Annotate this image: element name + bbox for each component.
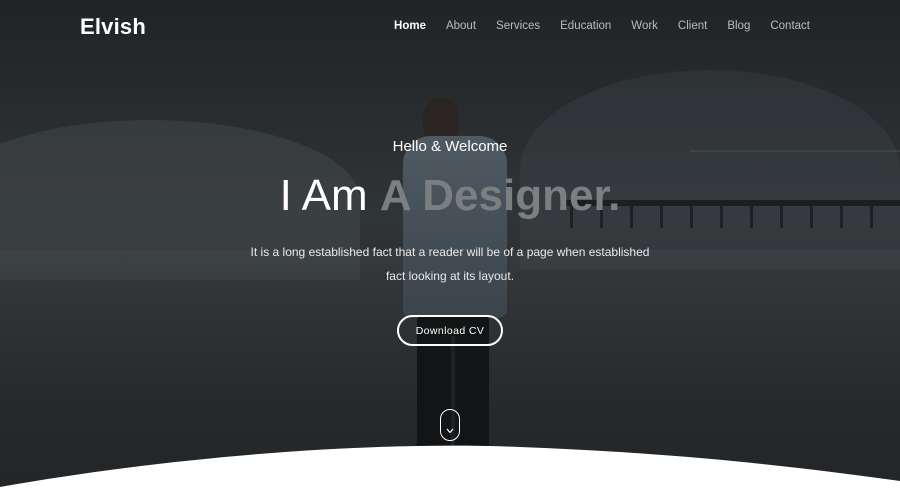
scroll-down-button[interactable]	[440, 409, 460, 441]
nav-item-contact[interactable]: Contact	[770, 20, 810, 32]
nav-item-about[interactable]: About	[446, 20, 476, 32]
nav-item-education[interactable]: Education	[560, 20, 611, 32]
hero-headline: I Am A Designer.	[0, 168, 900, 224]
main-nav: Home About Services Education Work Clien…	[374, 20, 810, 32]
nav-item-blog[interactable]: Blog	[727, 20, 750, 32]
hero-greeting: Hello & Welcome	[392, 138, 508, 155]
site-logo[interactable]: Elvish	[80, 14, 146, 40]
headline-prefix: I Am	[279, 171, 368, 220]
nav-item-home[interactable]: Home	[394, 20, 426, 32]
hero-description: It is a long established fact that a rea…	[250, 245, 650, 283]
nav-item-services[interactable]: Services	[496, 20, 540, 32]
headline-highlight: A Designer.	[379, 171, 621, 220]
nav-item-work[interactable]: Work	[631, 20, 658, 32]
bottom-wave-divider	[0, 445, 900, 501]
nav-item-client[interactable]: Client	[678, 20, 707, 32]
download-cv-button[interactable]: Download CV	[397, 315, 503, 346]
chevron-down-icon	[446, 428, 454, 434]
hero-section: Elvish Home About Services Education Wor…	[0, 0, 900, 501]
